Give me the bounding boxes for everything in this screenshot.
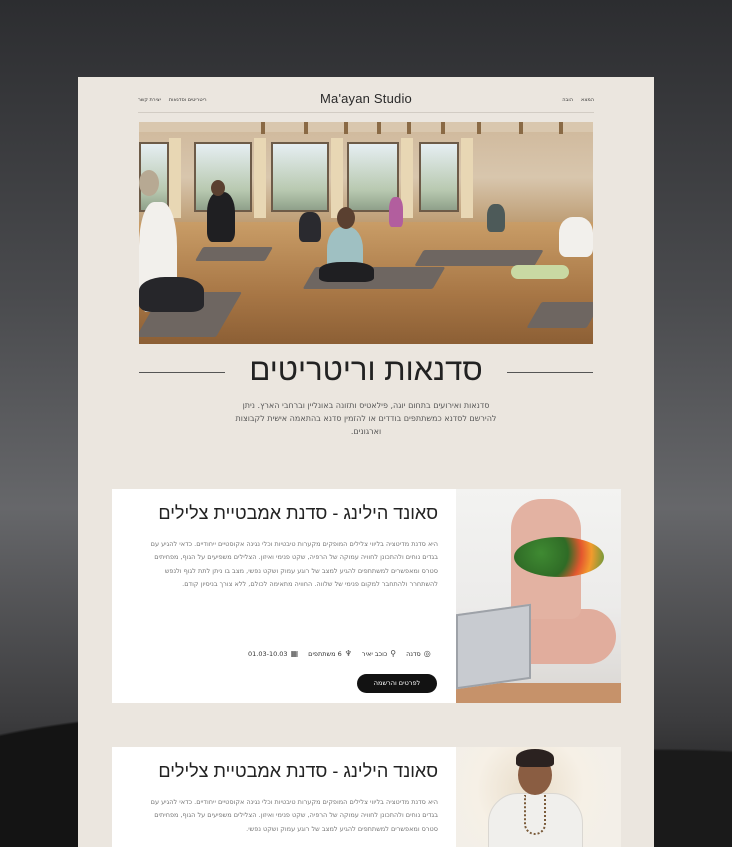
workshop-meta: ◎ סדנה ⚲ כוכב יאיר ♆ 6 משתתפים ▦ 01.03-1… — [248, 649, 431, 658]
hero-image — [139, 122, 593, 344]
target-icon: ◎ — [423, 649, 431, 658]
page-title: סדנאות וריטריטים — [249, 352, 483, 387]
section-title-row: סדנאות וריטריטים — [139, 352, 593, 392]
meta-dates: ▦ 01.03-10.03 — [248, 649, 299, 658]
site-header: ריטריטים וסדנאות יצירת קשר Ma'ayan Studi… — [138, 91, 594, 113]
workshop-card: סאונד הילינג - סדנת אמבטיית צלילים היא ס… — [112, 489, 621, 703]
workshop-image — [456, 747, 621, 847]
nav-link-2[interactable]: הובה — [562, 97, 573, 103]
workshop-image — [456, 489, 621, 703]
brand-logo[interactable]: Ma'ayan Studio — [138, 91, 594, 106]
divider-right — [507, 372, 593, 373]
workshop-description: היא סדנת מדיטציה בליווי צלילים המופקים מ… — [150, 540, 438, 589]
workshop-card-body: סאונד הילינג - סדנת אמבטיית צלילים היא ס… — [138, 503, 438, 592]
workshop-description: היא סדנת מדיטציה בליווי צלילים המופקים מ… — [150, 798, 438, 833]
yoga-person-icon: ♆ — [344, 649, 352, 658]
meta-location: ◎ סדנה — [406, 649, 431, 658]
workshop-title[interactable]: סאונד הילינג - סדנת אמבטיית צלילים — [138, 761, 438, 782]
location-pin-icon: ⚲ — [390, 649, 397, 658]
site-page: ריטריטים וסדנאות יצירת קשר Ma'ayan Studi… — [78, 77, 654, 847]
nav-link-1[interactable]: המצא — [581, 97, 594, 103]
workshop-card: סאונד הילינג - סדנת אמבטיית צלילים היא ס… — [112, 747, 621, 847]
workshop-title[interactable]: סאונד הילינג - סדנת אמבטיית צלילים — [138, 503, 438, 524]
workshop-card-body: סאונד הילינג - סדנת אמבטיית צלילים היא ס… — [138, 761, 438, 836]
register-button[interactable]: לפרטים והרשמה — [357, 674, 437, 693]
calendar-icon: ▦ — [290, 649, 299, 658]
nav-right: המצא הובה — [562, 97, 594, 103]
intro-text: סדנאות ואירועים בתחום יוגה, פילאטיס ותזו… — [235, 401, 497, 436]
meta-place: ⚲ כוכב יאיר — [361, 649, 397, 658]
meta-participants: ♆ 6 משתתפים — [308, 649, 352, 658]
